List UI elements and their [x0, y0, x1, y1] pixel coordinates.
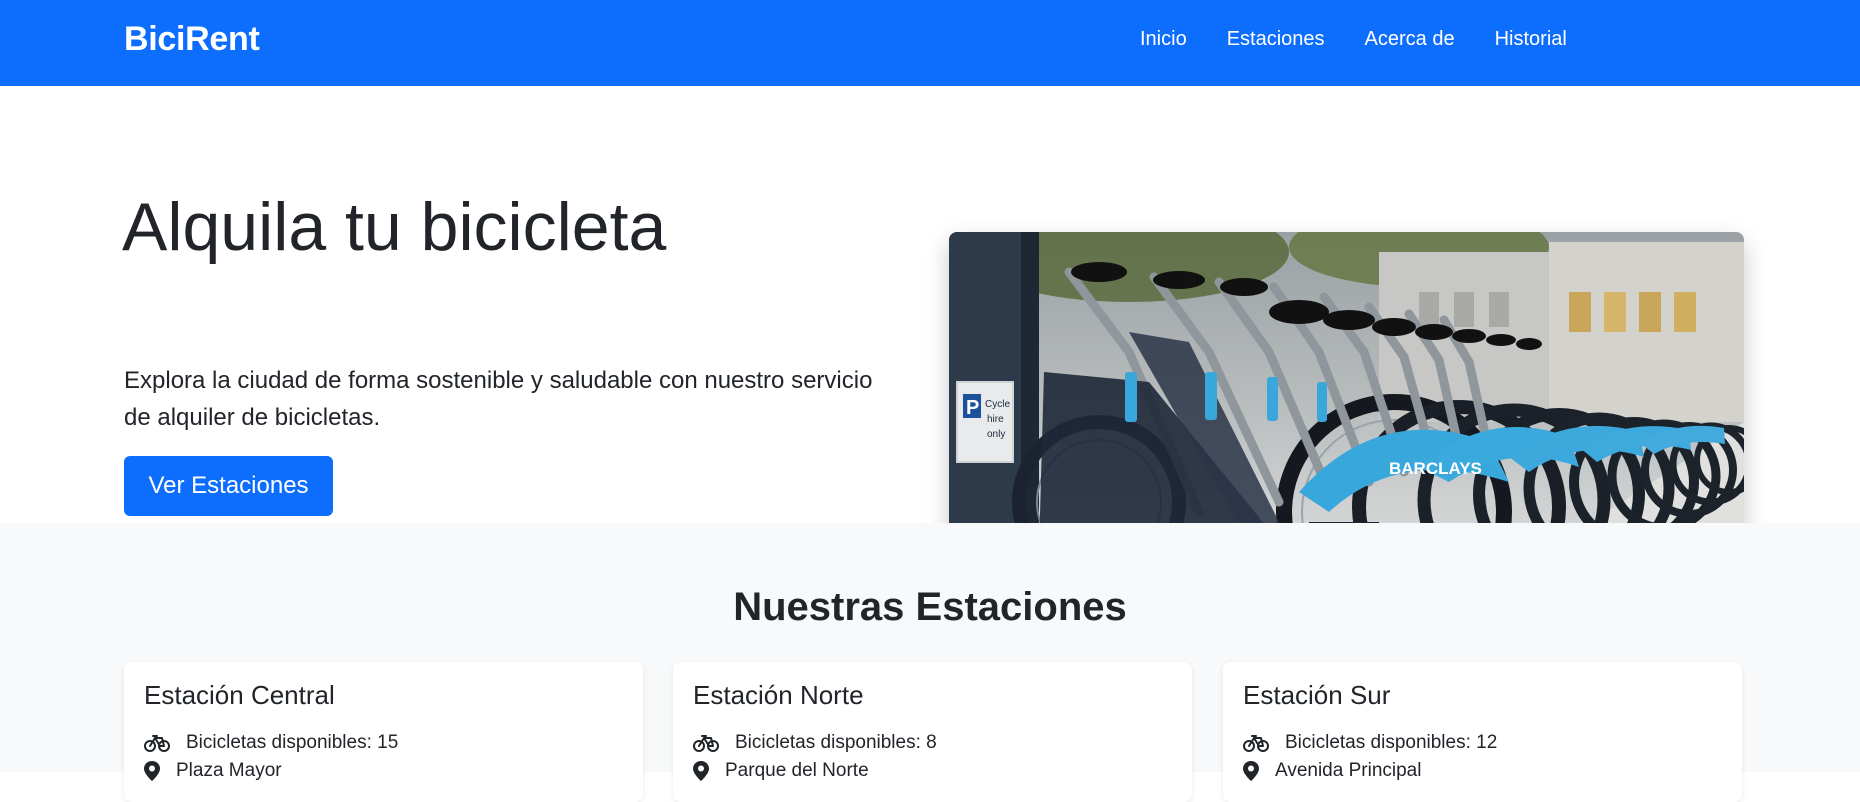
bicycle-icon [1243, 735, 1269, 752]
bicycle-icon [144, 735, 170, 752]
hero-bike-photo: P Cycle hire only BARCLAYS [949, 232, 1744, 550]
sign-text-3: only [987, 429, 1005, 440]
nav-links: Inicio Estaciones Acerca de Historial [1140, 28, 1567, 51]
parking-sign-letter: P [966, 397, 979, 419]
sign-text-2: hire [987, 414, 1004, 425]
location-text: Avenida Principal [1275, 760, 1422, 781]
nav-link-acerca-de[interactable]: Acerca de [1365, 28, 1455, 51]
bike-brand-text: BARCLAYS [1389, 459, 1482, 478]
stations-section: Nuestras Estaciones Estación Central Bic… [0, 523, 1860, 802]
location-row: Plaza Mayor [144, 760, 282, 782]
nav-link-estaciones[interactable]: Estaciones [1227, 28, 1325, 51]
section-title: Nuestras Estaciones [733, 585, 1127, 629]
station-card[interactable]: Estación Central Bicicletas disponibles:… [124, 662, 643, 802]
bikes-available-text: Bicicletas disponibles: 12 [1285, 732, 1498, 753]
bikes-available-text: Bicicletas disponibles: 8 [735, 732, 937, 753]
station-card[interactable]: Estación Sur Bicicletas disponibles: 12 … [1223, 662, 1742, 802]
brand-logo[interactable]: BiciRent [124, 20, 260, 59]
bikes-available-text: Bicicletas disponibles: 15 [186, 732, 399, 753]
location-text: Plaza Mayor [176, 760, 282, 781]
bikes-available-row: Bicicletas disponibles: 15 [144, 732, 398, 754]
nav-link-inicio[interactable]: Inicio [1140, 28, 1187, 51]
station-card[interactable]: Estación Norte Bicicletas disponibles: 8… [673, 662, 1192, 802]
map-pin-icon [1243, 761, 1259, 781]
bikes-available-row: Bicicletas disponibles: 8 [693, 732, 937, 754]
bikes-available-row: Bicicletas disponibles: 12 [1243, 732, 1497, 754]
hero-section: Alquila tu bicicleta Explora la ciudad d… [0, 86, 1860, 550]
hero-title: Alquila tu bicicleta [122, 189, 667, 265]
bicycle-icon [693, 735, 719, 752]
hero-lead: Explora la ciudad de forma sostenible y … [124, 367, 873, 431]
station-name: Estación Sur [1243, 680, 1391, 710]
map-pin-icon [144, 761, 160, 781]
sign-text-1: Cycle [985, 399, 1010, 410]
view-stations-button[interactable]: Ver Estaciones [124, 456, 333, 516]
nav-link-historial[interactable]: Historial [1495, 28, 1567, 51]
location-row: Avenida Principal [1243, 760, 1421, 782]
location-row: Parque del Norte [693, 760, 869, 782]
map-pin-icon [693, 761, 709, 781]
location-text: Parque del Norte [725, 760, 869, 781]
station-name: Estación Norte [693, 680, 864, 710]
navbar: BiciRent Inicio Estaciones Acerca de His… [0, 0, 1860, 86]
station-name: Estación Central [144, 680, 335, 710]
